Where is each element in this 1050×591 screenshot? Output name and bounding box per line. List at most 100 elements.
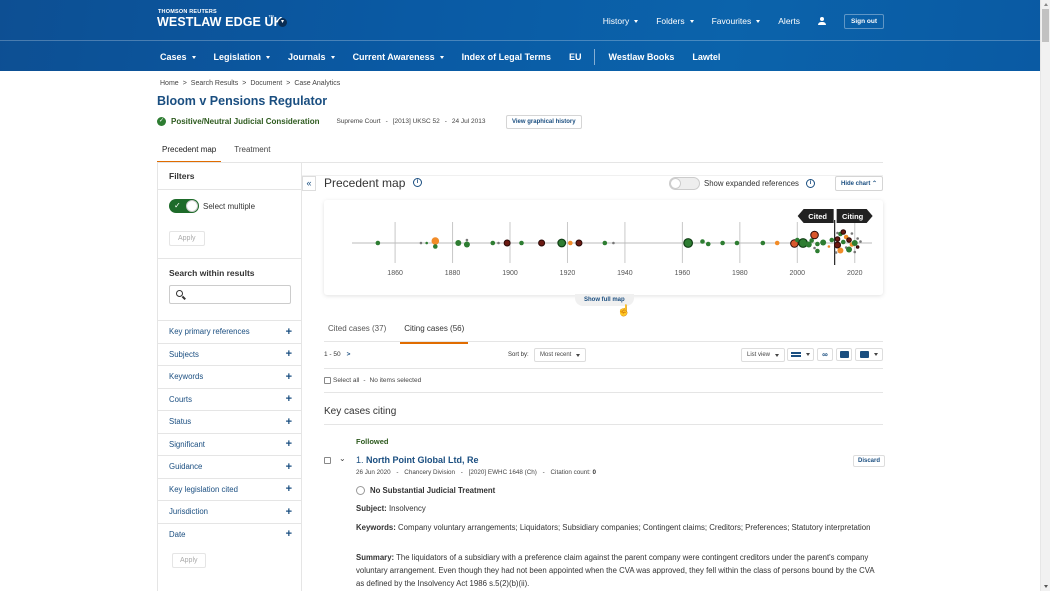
nav-legislation-label: Legislation: [213, 52, 262, 62]
filter-label: Date: [169, 529, 186, 539]
nav-lawtel[interactable]: Lawtel: [692, 52, 720, 62]
chevron-down-icon: [874, 353, 878, 356]
expanded-references-toggle[interactable]: [669, 177, 700, 190]
lines-icon: [791, 352, 801, 357]
nav-index-legal-terms[interactable]: Index of Legal Terms: [462, 52, 551, 62]
nav-current-awareness[interactable]: Current Awareness: [353, 52, 444, 62]
result-title[interactable]: North Point Global Ltd, Re: [366, 455, 479, 465]
data-point-caution: [774, 240, 780, 246]
history-label: History: [602, 16, 630, 26]
data-point-caution: [568, 240, 573, 246]
copy-link-button[interactable]: ∞: [817, 348, 833, 361]
plus-icon: +: [285, 415, 292, 428]
filter-jurisdiction[interactable]: Jurisdiction +: [158, 500, 302, 523]
nav-cases[interactable]: Cases: [160, 52, 196, 62]
discard-button[interactable]: Discard: [853, 455, 886, 467]
deliver-menu-button[interactable]: [855, 348, 883, 361]
product-switcher-icon[interactable]: ▾: [278, 18, 287, 27]
select-all-label[interactable]: Select all: [333, 377, 359, 384]
filter-date[interactable]: Date +: [158, 522, 302, 546]
sign-out-button[interactable]: Sign out: [844, 13, 884, 29]
scroll-up-arrow-icon[interactable]: [1044, 3, 1048, 6]
data-point-neutral: [497, 241, 500, 245]
x-tick-label: 1920: [560, 270, 576, 277]
info-icon[interactable]: i: [806, 179, 815, 188]
favourites-menu[interactable]: Favourites: [712, 16, 761, 26]
filter-significant[interactable]: Significant +: [158, 432, 302, 456]
density-menu-button[interactable]: [787, 348, 814, 361]
view-graphical-history-button[interactable]: View graphical history: [506, 115, 582, 129]
nav-westlaw-books[interactable]: Westlaw Books: [608, 52, 674, 62]
nav-journals[interactable]: Journals: [288, 52, 335, 62]
select-all-checkbox[interactable]: [324, 377, 331, 384]
hide-chart-label: Hide chart: [841, 181, 871, 187]
expanded-references-label: Show expanded references: [704, 179, 799, 188]
data-point-positive: [815, 241, 820, 247]
filter-label: Jurisdiction: [169, 507, 208, 517]
apply-filters-button[interactable]: Apply: [172, 553, 206, 568]
result-subject: Subject: Insolvency: [356, 504, 426, 513]
nav-eu-label: EU: [568, 52, 582, 62]
alerts-link[interactable]: Alerts: [778, 16, 800, 26]
data-point-positive: [433, 244, 438, 249]
scroll-down-arrow-icon[interactable]: [1044, 585, 1048, 588]
tab-treatment[interactable]: Treatment: [229, 140, 275, 163]
filter-key-legislation-cited[interactable]: Key legislation cited +: [158, 477, 302, 501]
chevron-down-icon: [634, 19, 639, 23]
search-icon: [176, 290, 183, 297]
page-scrollbar[interactable]: [1040, 0, 1050, 591]
collapse-sidebar-button[interactable]: «: [302, 176, 316, 191]
breadcrumb-document[interactable]: Document: [250, 80, 282, 87]
view-select[interactable]: List view: [741, 348, 786, 362]
filter-key-primary-references[interactable]: Key primary references +: [158, 320, 302, 343]
summary-label: Summary:: [356, 553, 395, 562]
folders-menu[interactable]: Folders: [656, 16, 694, 26]
breadcrumb-home[interactable]: Home: [160, 80, 179, 87]
data-point-positive: [683, 238, 694, 248]
apply-button[interactable]: Apply: [169, 231, 205, 246]
save-to-folder-button[interactable]: [836, 348, 852, 361]
filter-keywords[interactable]: Keywords +: [158, 365, 302, 388]
expand-chevron-icon[interactable]: ⌄: [339, 454, 346, 463]
breadcrumb-search-results[interactable]: Search Results: [191, 80, 238, 87]
breadcrumb-separator: >: [286, 80, 291, 87]
sort-select[interactable]: Most recent: [534, 348, 587, 362]
result-checkbox[interactable]: [324, 457, 331, 464]
data-point-negative: [834, 241, 842, 249]
treatment-group-label: Followed: [356, 437, 389, 446]
scroll-thumb[interactable]: [1042, 9, 1049, 42]
citation-count-label: Citation count:: [550, 469, 591, 476]
user-icon[interactable]: [818, 16, 826, 26]
tab-precedent-map[interactable]: Precedent map: [157, 140, 222, 163]
result-title-link[interactable]: 1. North Point Global Ltd, Re: [356, 455, 479, 465]
plus-icon: +: [285, 325, 292, 338]
hide-chart-button[interactable]: Hide chart ⌃: [835, 176, 884, 191]
brand-logo[interactable]: WESTLAW EDGE UK: [157, 15, 283, 29]
divider: [158, 258, 302, 259]
case-meta: Supreme Court - [2013] UKSC 52-24 Jul 2013: [336, 117, 486, 125]
result-treatment: No Substantial Judicial Treatment: [356, 486, 495, 495]
next-page-icon[interactable]: >: [347, 351, 351, 358]
data-point-caution: [431, 237, 440, 245]
filter-label: Subjects: [169, 349, 199, 359]
main-nav: Cases Legislation Journals Current Aware…: [160, 49, 720, 65]
filter-status[interactable]: Status +: [158, 410, 302, 433]
filter-courts[interactable]: Courts +: [158, 387, 302, 411]
data-point-positive: [815, 248, 820, 254]
select-multiple-toggle[interactable]: ✓: [169, 199, 199, 213]
history-menu[interactable]: History: [602, 16, 639, 26]
link-icon: ∞: [822, 350, 828, 359]
data-point-neutral: [813, 246, 816, 250]
chevron-down-icon: [775, 353, 780, 357]
info-icon[interactable]: i: [413, 178, 422, 187]
chevron-down-icon: [576, 353, 581, 357]
nav-eu[interactable]: EU: [569, 52, 582, 62]
nav-legislation[interactable]: Legislation: [214, 52, 271, 62]
filter-guidance[interactable]: Guidance +: [158, 455, 302, 478]
divider: [324, 392, 883, 393]
nav-lawtel-label: Lawtel: [692, 52, 721, 62]
search-within-input[interactable]: [169, 285, 291, 304]
filter-subjects[interactable]: Subjects +: [158, 342, 302, 366]
data-point-positive: [734, 240, 740, 246]
data-point-caution: [827, 245, 831, 248]
